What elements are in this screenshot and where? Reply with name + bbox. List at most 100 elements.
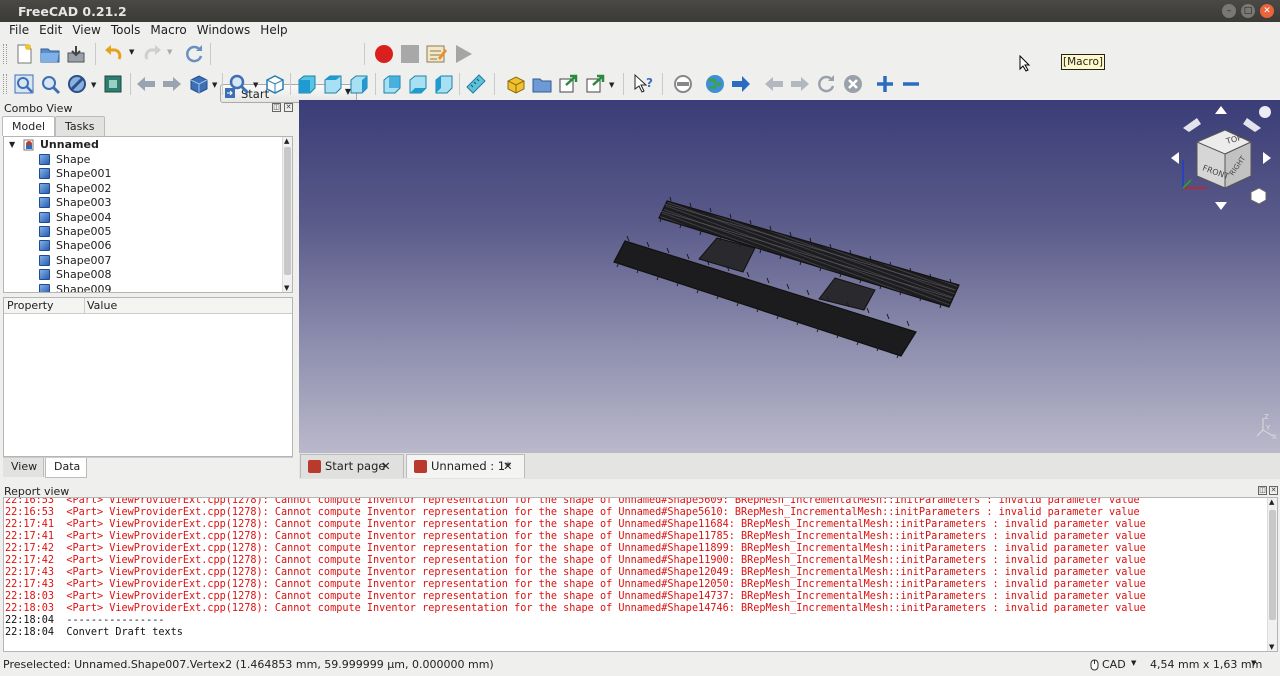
draw-style-icon[interactable] — [66, 73, 88, 95]
measure-distance-icon[interactable] — [465, 73, 487, 95]
tab-start-page[interactable]: Start page ✕ — [300, 454, 404, 478]
web-stop-icon[interactable] — [672, 73, 694, 95]
tree-item[interactable]: Shape005 — [56, 225, 111, 239]
undo-dropdown-icon[interactable]: ▼ — [129, 48, 134, 56]
top-view-icon[interactable] — [322, 73, 344, 95]
link-actions-icon[interactable] — [584, 73, 606, 95]
std-views-dropdown-icon[interactable]: ▼ — [212, 81, 217, 89]
tab-view[interactable]: View — [3, 458, 44, 477]
scroll-down-icon[interactable]: ▼ — [1269, 643, 1274, 651]
tree-item[interactable]: Shape009 — [56, 283, 111, 292]
globe-icon[interactable] — [704, 73, 726, 95]
menu-macro[interactable]: Macro — [145, 22, 191, 40]
play-macro-icon[interactable] — [452, 43, 474, 65]
tree-item[interactable]: Shape — [56, 153, 90, 167]
tab-unnamed[interactable]: Unnamed : 1* ✕ — [406, 454, 525, 478]
tree-item[interactable]: Shape007 — [56, 254, 111, 268]
property-table[interactable]: Property Value — [3, 297, 293, 457]
close-tab-icon[interactable]: ✕ — [503, 455, 513, 477]
scroll-up-icon[interactable]: ▲ — [284, 137, 289, 145]
minimize-button[interactable]: – — [1222, 4, 1236, 18]
zoom-icon[interactable] — [228, 73, 250, 95]
scroll-thumb[interactable] — [1269, 510, 1276, 620]
forward-arrow-icon[interactable] — [161, 73, 183, 95]
rear-view-icon[interactable] — [381, 73, 403, 95]
tree-expand-icon[interactable]: ▼ — [9, 140, 15, 149]
report-view[interactable]: 22:16:53 <Part> ViewProviderExt.cpp(1278… — [3, 497, 1278, 652]
property-column[interactable]: Property — [7, 299, 54, 312]
scroll-thumb[interactable] — [284, 147, 291, 275]
units-dropdown-icon[interactable]: ▼ — [1251, 659, 1256, 667]
refresh-icon[interactable] — [183, 43, 205, 65]
value-column[interactable]: Value — [87, 299, 117, 312]
new-document-icon[interactable] — [13, 43, 35, 65]
redo-dropdown-icon[interactable]: ▼ — [167, 48, 172, 56]
scroll-down-icon[interactable]: ▼ — [284, 284, 289, 292]
nav-style-dropdown-icon[interactable]: ▼ — [1131, 659, 1136, 667]
tree-item[interactable]: Shape006 — [56, 239, 111, 253]
menu-edit[interactable]: Edit — [34, 22, 67, 40]
stop-macro-icon[interactable] — [399, 43, 421, 65]
tree-item[interactable]: Shape008 — [56, 268, 111, 282]
go-arrow-icon[interactable] — [730, 73, 752, 95]
isometric-view-icon[interactable] — [264, 73, 286, 95]
fit-selection-icon[interactable] — [39, 73, 61, 95]
toolbar-grip[interactable] — [3, 74, 7, 94]
close-tab-icon[interactable]: ✕ — [381, 455, 391, 477]
open-folder-icon[interactable] — [39, 43, 61, 65]
toolbar-grip[interactable] — [3, 44, 7, 64]
zoom-dropdown-icon[interactable]: ▼ — [253, 81, 258, 89]
tree-item[interactable]: Shape003 — [56, 196, 111, 210]
menu-view[interactable]: View — [67, 22, 105, 40]
menu-tools[interactable]: Tools — [106, 22, 146, 40]
web-back-icon[interactable] — [763, 73, 785, 95]
panel-splitter[interactable] — [0, 480, 1280, 484]
bottom-view-icon[interactable] — [407, 73, 429, 95]
model-mesh[interactable] — [299, 100, 1280, 453]
part-icon[interactable] — [505, 73, 527, 95]
scroll-up-icon[interactable]: ▲ — [1269, 498, 1274, 506]
web-cancel-icon[interactable] — [842, 73, 864, 95]
float-panel-icon[interactable]: ◫ — [272, 103, 281, 112]
close-report-icon[interactable]: ✕ — [1269, 486, 1278, 495]
redo-icon[interactable] — [141, 43, 163, 65]
maximize-button[interactable]: □ — [1241, 4, 1255, 18]
tree-item[interactable]: Shape001 — [56, 167, 111, 181]
float-report-icon[interactable]: ◫ — [1258, 486, 1267, 495]
report-scrollbar[interactable]: ▲ ▼ — [1267, 498, 1277, 651]
tree-item[interactable]: Shape002 — [56, 182, 111, 196]
3d-viewport[interactable]: TOP FRONT RIGHT Z Y X — [299, 100, 1280, 453]
tab-model[interactable]: Model — [2, 116, 56, 136]
web-refresh-icon[interactable] — [815, 73, 837, 95]
link-dropdown-icon[interactable]: ▼ — [609, 81, 614, 89]
undo-icon[interactable] — [103, 43, 125, 65]
right-view-icon[interactable] — [348, 73, 370, 95]
model-tree[interactable]: ▼ Unnamed Shape Shape001 Shape002 Shape0… — [3, 136, 293, 293]
save-icon[interactable] — [65, 43, 87, 65]
front-view-icon[interactable] — [296, 73, 318, 95]
menu-file[interactable]: File — [4, 22, 34, 40]
std-views-icon[interactable] — [188, 73, 210, 95]
tree-root-unnamed[interactable]: Unnamed — [40, 138, 99, 152]
tree-item[interactable]: Shape004 — [56, 211, 111, 225]
record-macro-icon[interactable] — [373, 43, 395, 65]
menu-windows[interactable]: Windows — [192, 22, 256, 40]
group-folder-icon[interactable] — [531, 73, 553, 95]
web-forward-icon[interactable] — [789, 73, 811, 95]
menu-help[interactable]: Help — [255, 22, 292, 40]
tree-scrollbar[interactable]: ▲ ▼ — [282, 137, 292, 292]
close-button[interactable]: ✕ — [1260, 4, 1274, 18]
link-make-icon[interactable] — [557, 73, 579, 95]
whats-this-icon[interactable]: ? — [633, 73, 655, 95]
zoom-out-minus-icon[interactable] — [900, 73, 922, 95]
tab-tasks[interactable]: Tasks — [55, 116, 105, 136]
zoom-in-plus-icon[interactable] — [874, 73, 896, 95]
tab-data[interactable]: Data — [45, 458, 87, 478]
draw-style-dropdown-icon[interactable]: ▼ — [91, 81, 96, 89]
back-arrow-icon[interactable] — [135, 73, 157, 95]
edit-macro-icon[interactable] — [425, 43, 447, 65]
left-view-icon[interactable] — [433, 73, 455, 95]
nav-style-selector[interactable]: CAD — [1102, 658, 1126, 671]
close-panel-icon[interactable]: ✕ — [284, 103, 293, 112]
fit-all-icon[interactable] — [13, 73, 35, 95]
